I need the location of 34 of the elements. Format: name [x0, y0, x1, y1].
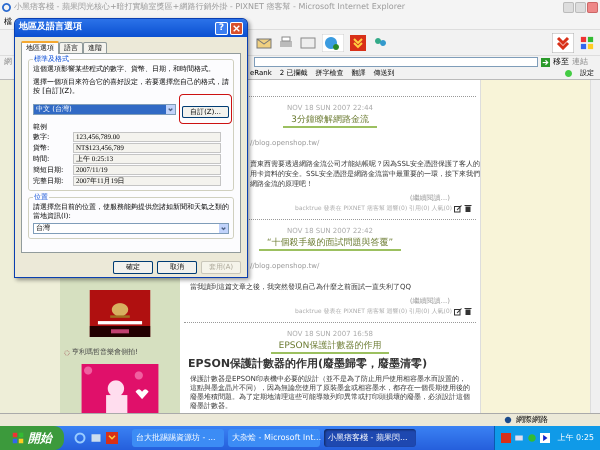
- browser-icon[interactable]: [74, 432, 86, 444]
- trash-icon[interactable]: [464, 204, 472, 213]
- taskbar-task[interactable]: 小黑痞客棧 - 蘋果閃...: [324, 429, 416, 447]
- windows-logo-icon: [12, 432, 24, 444]
- address-label: 網: [4, 56, 12, 68]
- address-field[interactable]: [254, 57, 538, 67]
- post-title[interactable]: 3分鐘瞭解網路金流: [283, 114, 377, 128]
- close-button[interactable]: [587, 2, 598, 12]
- post-heading: EPSON保護計數器的作用(廢墨歸零，廢墨清零): [187, 356, 428, 372]
- go-arrow-icon[interactable]: [541, 58, 550, 66]
- window-title: 小黑痞客棧 - 蘋果閃光核心+暗打實驗室獎區+網路行銷外掛 - PIXNET 痞客幫 - Microsoft Internet Explorer: [14, 1, 406, 13]
- post-title[interactable]: “十個殺手級的面試問題與答覆”: [258, 236, 402, 251]
- start-button[interactable]: 開始: [0, 426, 64, 450]
- scrollbar[interactable]: [590, 80, 600, 413]
- trash-icon[interactable]: [464, 307, 472, 316]
- dropdown-arrow-icon: [219, 224, 228, 233]
- play-icon[interactable]: [540, 433, 550, 443]
- window-icon[interactable]: [300, 34, 316, 50]
- edit-icon[interactable]: [454, 204, 462, 212]
- messenger-icon[interactable]: [322, 34, 344, 52]
- clock: 上午 0:25: [557, 432, 594, 444]
- help-button[interactable]: ?: [215, 22, 228, 34]
- desktop-icon[interactable]: [90, 432, 102, 444]
- dialog-title: 地區及語言選項: [19, 21, 83, 34]
- menu-item[interactable]: 檔: [4, 16, 12, 28]
- zone-label: 網際網路: [516, 414, 549, 426]
- edit-icon[interactable]: [454, 308, 462, 316]
- close-icon: [233, 24, 240, 32]
- dropdown-arrow-icon: [166, 104, 176, 114]
- go-button[interactable]: 移至: [553, 56, 569, 68]
- flower-icon: [64, 350, 70, 356]
- post-title[interactable]: EPSON保護計數器的作用: [270, 340, 390, 354]
- windows-logo-icon[interactable]: [580, 36, 594, 50]
- browser-icon: [2, 2, 11, 12]
